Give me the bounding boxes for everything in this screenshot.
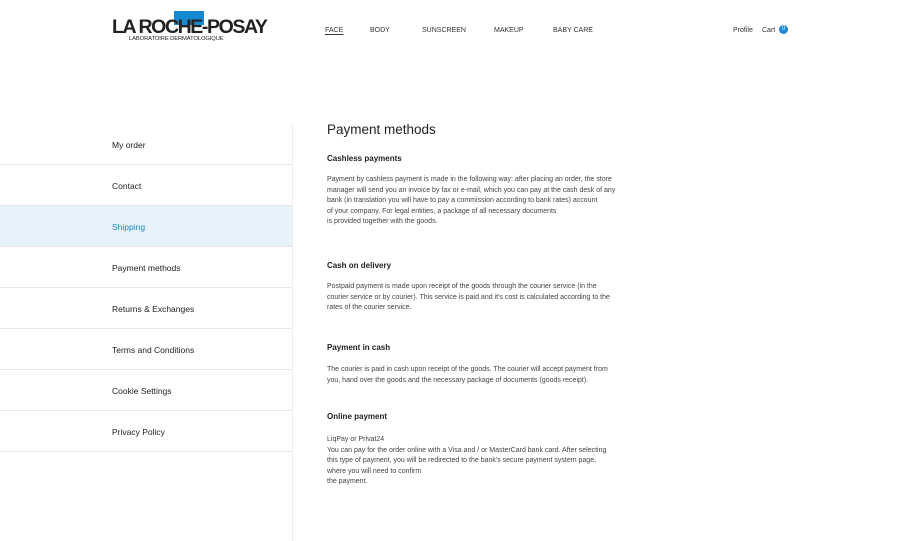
site-header: LA ROCHE-POSAY LABORATOIRE DERMATOLOGIQU… xyxy=(0,0,900,62)
profile-link[interactable]: Profile xyxy=(733,26,753,36)
nav-item-sunscreen[interactable]: SUNSCREEN xyxy=(422,26,466,36)
section-text-online-payment: LiqPay or Privat24 You can pay for the o… xyxy=(327,436,607,486)
sidebar-item-returns-exchanges[interactable]: Returns & Exchanges xyxy=(0,288,292,329)
sidebar-item-my-order[interactable]: My order xyxy=(0,124,292,165)
sidebar-item-label: Cookie Settings xyxy=(112,386,172,396)
sidebar-item-label: Returns & Exchanges xyxy=(112,304,195,314)
cart-count-badge[interactable]: 0 xyxy=(779,25,788,34)
sidebar-item-cookie-settings[interactable]: Cookie Settings xyxy=(0,370,292,411)
page-title: Payment methods xyxy=(327,122,436,137)
nav-item-body[interactable]: BODY xyxy=(370,26,390,36)
section-text-payment-in-cash: The courier is paid in cash upon receipt… xyxy=(327,366,608,384)
sidebar-item-label: Shipping xyxy=(112,222,146,232)
section-heading-online-payment: Online payment xyxy=(327,412,388,421)
sidebar-item-terms-conditions[interactable]: Terms and Conditions xyxy=(0,329,292,370)
brand-name: LA ROCHE-POSAY xyxy=(112,16,268,38)
sidebar-item-label: Contact xyxy=(112,181,142,191)
brand-logo[interactable]: LA ROCHE-POSAY LABORATOIRE DERMATOLOGIQU… xyxy=(112,11,268,45)
sidebar-item-privacy-policy[interactable]: Privacy Policy xyxy=(0,411,292,452)
sidebar-item-label: My order xyxy=(112,140,146,150)
nav-item-makeup[interactable]: MAKEUP xyxy=(494,26,524,36)
section-heading-cash-on-delivery: Cash on delivery xyxy=(327,261,392,270)
sidebar-item-shipping[interactable]: Shipping xyxy=(0,206,292,247)
nav-item-face[interactable]: FACE xyxy=(325,26,343,36)
sidebar-item-contact[interactable]: Contact xyxy=(0,165,292,206)
sidebar-menu: My order Contact Shipping Payment method… xyxy=(0,124,292,452)
brand-subtitle: LABORATOIRE DERMATOLOGIQUE xyxy=(129,36,224,42)
section-heading-cashless: Cashless payments xyxy=(327,154,402,163)
section-text-cash-on-delivery: Postpaid payment is made upon receipt of… xyxy=(327,283,610,312)
nav-item-baby-care[interactable]: BABY CARE xyxy=(553,26,593,36)
sidebar-item-label: Terms and Conditions xyxy=(112,345,195,355)
section-text-cashless: Payment by cashless payment is made in t… xyxy=(327,176,616,226)
sidebar-item-label: Payment methods xyxy=(112,263,181,273)
cart-link[interactable]: Cart xyxy=(762,26,775,36)
section-heading-payment-in-cash: Payment in cash xyxy=(327,343,391,352)
sidebar-item-label: Privacy Policy xyxy=(112,427,165,437)
content-divider xyxy=(292,124,293,541)
sidebar-item-payment-methods[interactable]: Payment methods xyxy=(0,247,292,288)
